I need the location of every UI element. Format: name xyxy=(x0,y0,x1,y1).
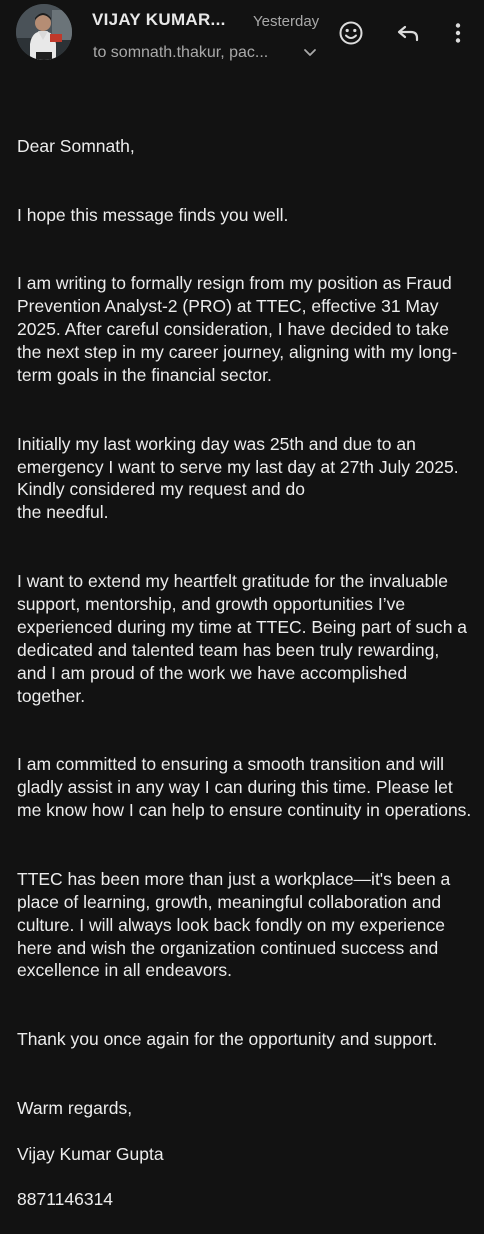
email-body: Dear Somnath, I hope this message finds … xyxy=(17,112,473,1234)
email-paragraph: TTEC has been more than just a workplace… xyxy=(17,868,451,981)
avatar-photo xyxy=(16,4,72,60)
email-paragraph: Initially my last working day was 25th a… xyxy=(17,433,459,523)
email-paragraph: I hope this message finds you well. xyxy=(17,204,289,225)
email-greeting: Dear Somnath, xyxy=(17,135,135,156)
recipients-summary[interactable]: to somnath.thakur, pac... xyxy=(93,44,293,62)
timestamp: Yesterday xyxy=(253,13,320,30)
email-paragraph: I am writing to formally resign from my … xyxy=(17,273,458,385)
signature-name: Vijay Kumar Gupta xyxy=(17,1143,164,1164)
emoji-smile-icon[interactable] xyxy=(336,18,366,48)
avatar[interactable] xyxy=(16,4,72,60)
chevron-down-icon[interactable] xyxy=(298,40,322,64)
email-header: VIJAY KUMAR... Yesterday to somnath.thak… xyxy=(0,0,484,80)
email-paragraph: I am committed to ensuring a smooth tran… xyxy=(17,754,472,821)
reply-icon[interactable] xyxy=(393,18,423,48)
email-closing: Warm regards, xyxy=(17,1097,133,1118)
sender-name[interactable]: VIJAY KUMAR... xyxy=(92,10,242,30)
email-paragraph: Thank you once again for the opportunity… xyxy=(17,1029,438,1050)
signature-phone[interactable]: 8871146314 xyxy=(17,1188,473,1211)
email-paragraph: I want to extend my heartfelt gratitude … xyxy=(17,571,468,706)
more-vert-icon[interactable] xyxy=(443,18,473,48)
